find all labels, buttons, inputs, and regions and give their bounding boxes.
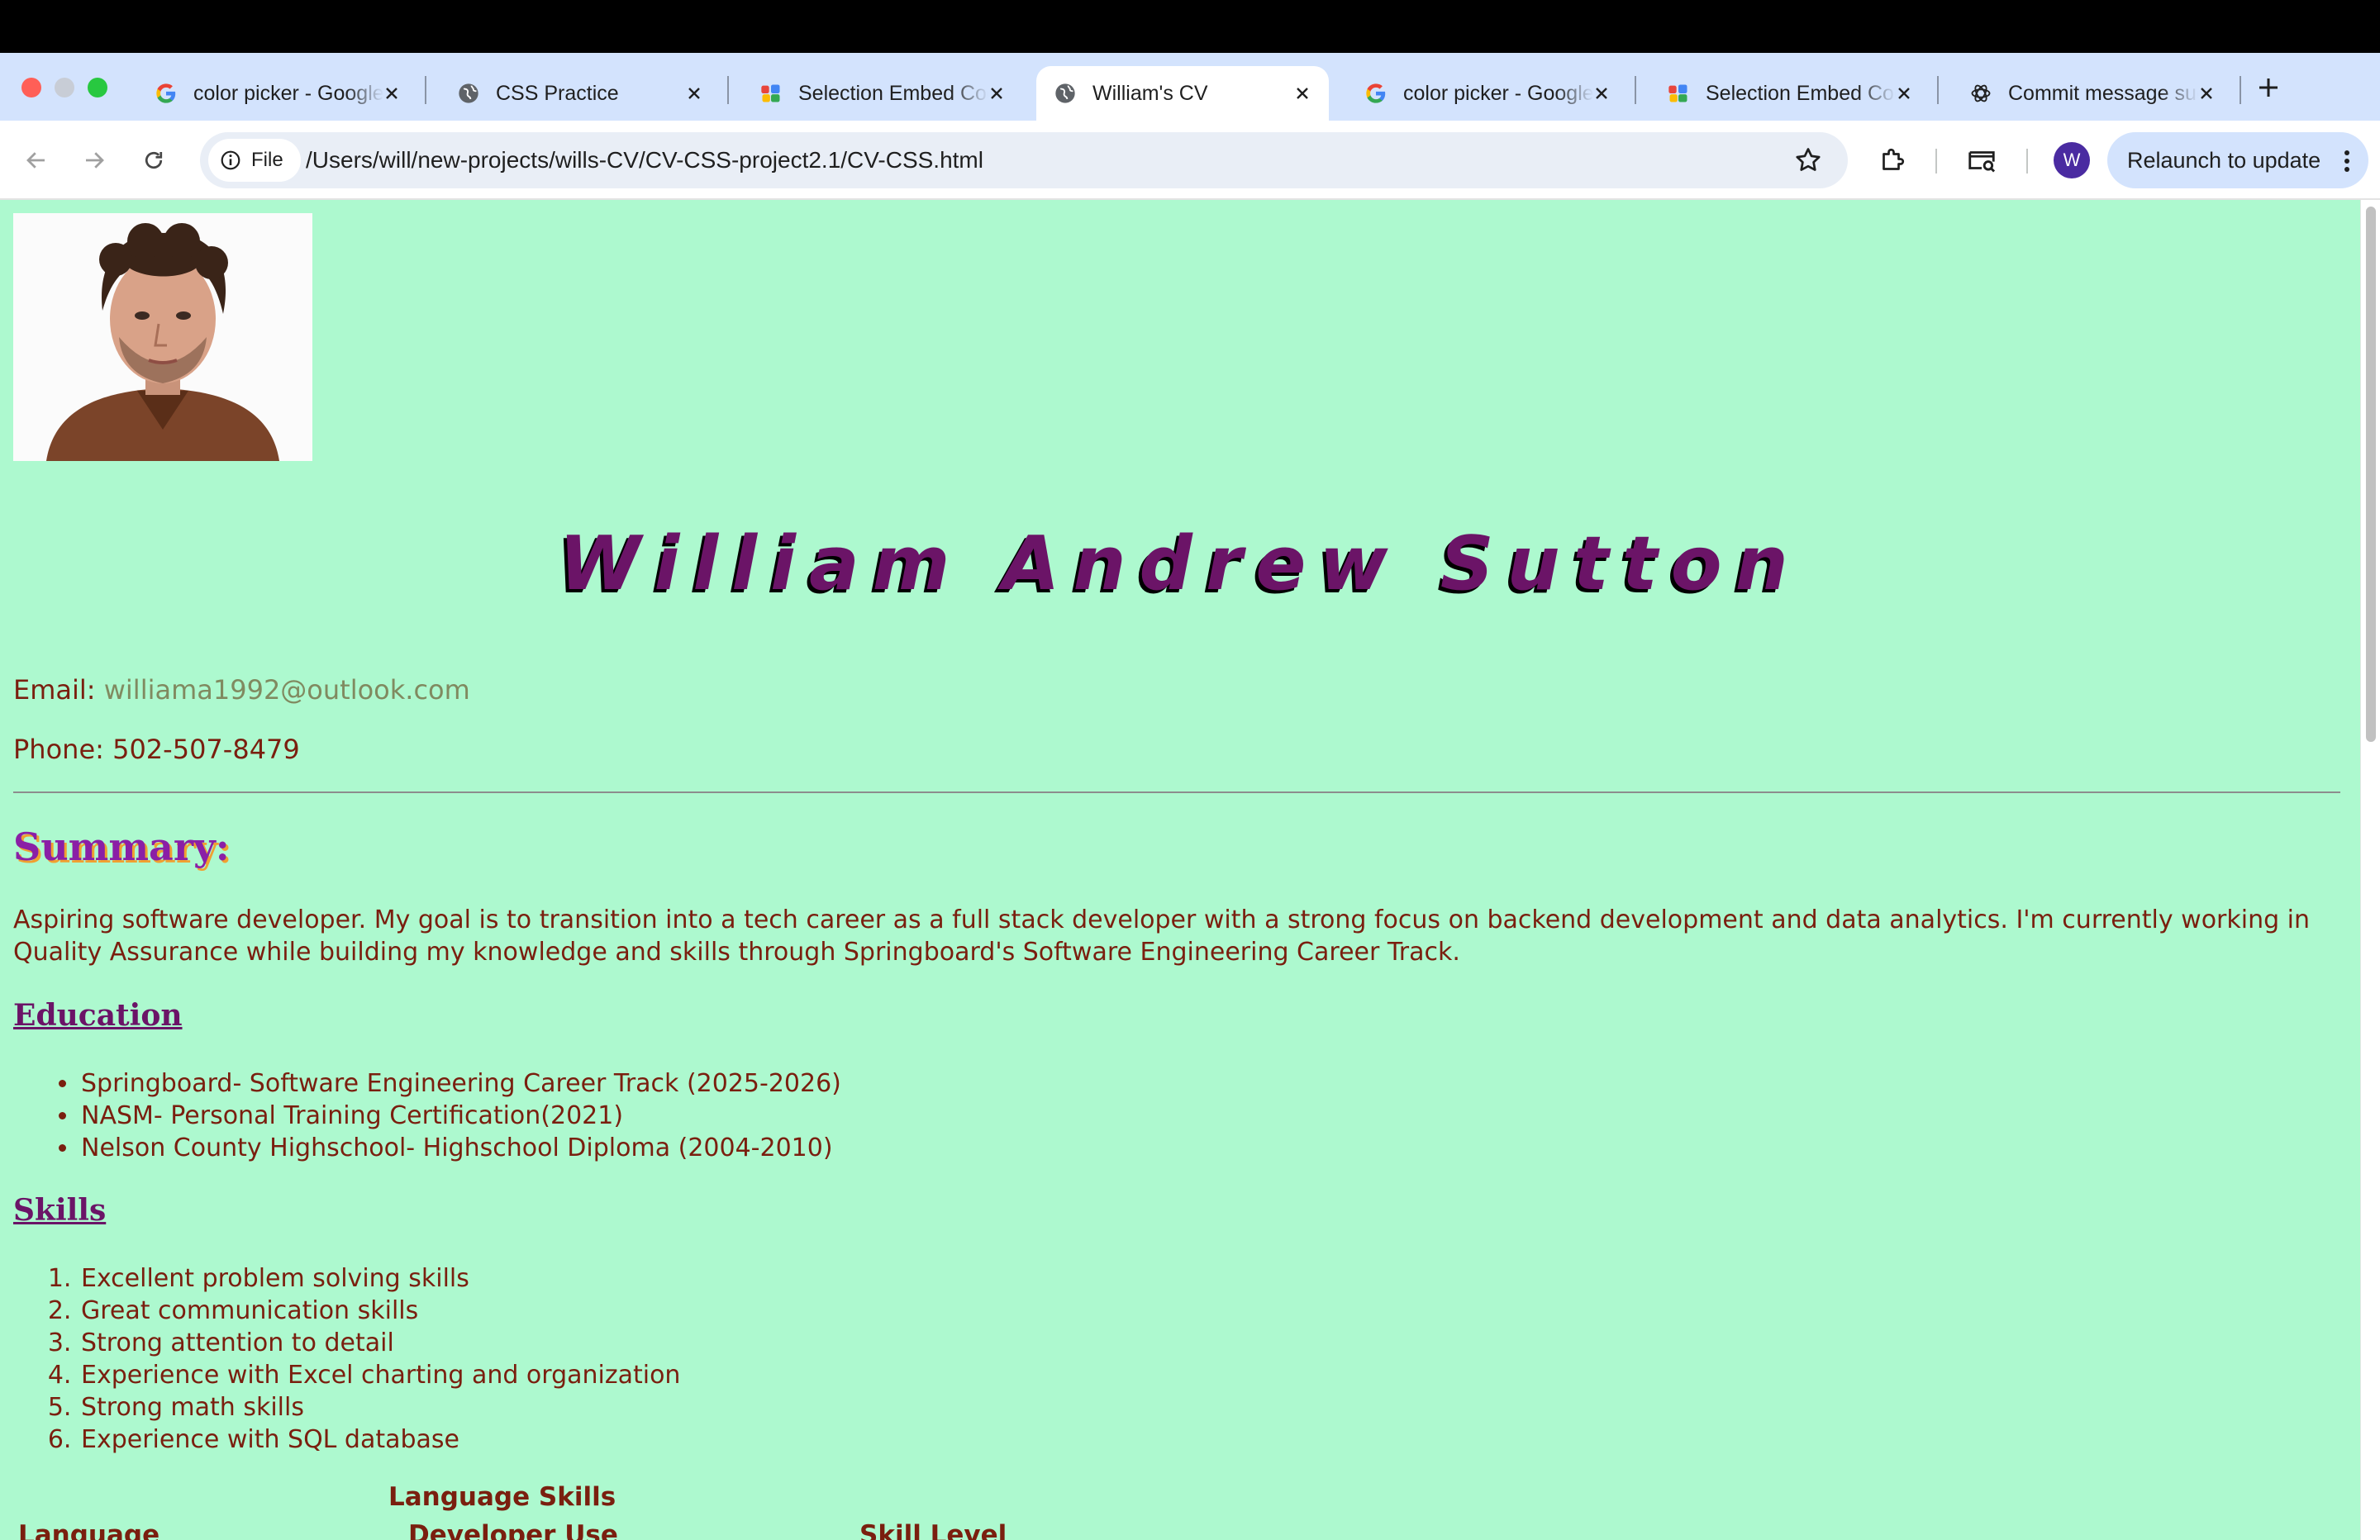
- tab-williams-cv[interactable]: William's CV: [1036, 66, 1329, 121]
- skills-list: Excellent problem solving skills Great c…: [79, 1262, 680, 1456]
- tab-divider: [1635, 76, 1636, 104]
- profile-avatar[interactable]: W: [2054, 142, 2090, 178]
- forward-arrow-icon: [86, 152, 104, 169]
- close-icon[interactable]: [1291, 82, 1314, 105]
- url-text[interactable]: /Users/will/new-projects/wills-CV/CV-CSS…: [306, 147, 983, 173]
- scrollbar[interactable]: [2360, 200, 2380, 1540]
- scrollbar-thumb[interactable]: [2366, 207, 2376, 742]
- embed-app-icon: [759, 81, 783, 106]
- menu-bar: [0, 0, 2380, 53]
- email-label: Email:: [13, 674, 96, 706]
- tab-divider: [425, 76, 426, 104]
- globe-icon: [456, 81, 481, 106]
- table-header-language: Language: [18, 1520, 160, 1540]
- puzzle-icon: [1883, 148, 1905, 170]
- list-item: Strong attention to detail: [79, 1327, 680, 1359]
- chatgpt-icon: [1968, 81, 1993, 106]
- toolbar-divider: [1935, 149, 1937, 173]
- tab-title: color picker - Google Search: [193, 81, 383, 105]
- close-icon[interactable]: [2195, 82, 2218, 105]
- google-g-icon: [154, 81, 178, 106]
- summary-text: Aspiring software developer. My goal is …: [13, 905, 2311, 967]
- tab-search-icon: [1968, 151, 1996, 173]
- plus-icon: [2259, 78, 2278, 97]
- tab-title: CSS Practice: [496, 81, 619, 105]
- info-icon: [221, 150, 240, 170]
- list-item: Springboard- Software Engineering Career…: [79, 1067, 841, 1100]
- bookmark-star-icon[interactable]: [1793, 145, 1823, 175]
- tab-title: Selection Embed Code: [798, 81, 988, 105]
- page-content: William Andrew Sutton Email: williama199…: [0, 200, 2360, 1540]
- tab-divider: [2240, 76, 2241, 104]
- skills-heading: Skills: [13, 1193, 107, 1228]
- relaunch-button[interactable]: Relaunch to update: [2107, 132, 2368, 188]
- list-item: Strong math skills: [79, 1391, 680, 1424]
- tab-title: color picker - Google Search: [1403, 81, 1593, 105]
- reload-icon: [145, 151, 163, 169]
- reload-button[interactable]: [136, 142, 172, 178]
- table-header-skill-level: Skill Level: [859, 1520, 1007, 1540]
- email-line: Email: williama1992@outlook.com: [13, 674, 470, 706]
- close-icon[interactable]: [683, 82, 706, 105]
- close-icon[interactable]: [1590, 82, 1613, 105]
- education-list: Springboard- Software Engineering Career…: [79, 1067, 841, 1164]
- profile-photo: [13, 213, 312, 461]
- phone-line: Phone: 502-507-8479: [13, 734, 300, 765]
- email-link[interactable]: williama1992@outlook.com: [104, 674, 470, 706]
- tab-search-button[interactable]: [1962, 140, 2002, 180]
- phone-number: 502-507-8479: [112, 734, 300, 765]
- education-heading: Education: [13, 998, 183, 1033]
- tab-selection-embed-1[interactable]: Selection Embed Code: [742, 66, 1023, 121]
- site-info-label: File: [251, 149, 283, 171]
- globe-icon: [1053, 81, 1078, 106]
- google-g-icon: [1364, 81, 1388, 106]
- window-close-button[interactable]: [21, 78, 41, 97]
- tab-divider: [1937, 76, 1939, 104]
- close-icon[interactable]: [380, 82, 403, 105]
- close-icon[interactable]: [985, 82, 1008, 105]
- address-bar[interactable]: File /Users/will/new-projects/wills-CV/C…: [200, 132, 1848, 188]
- list-item: Nelson County Highschool- Highschool Dip…: [79, 1132, 841, 1164]
- tab-divider: [727, 76, 729, 104]
- window-zoom-button[interactable]: [88, 78, 107, 97]
- more-vert-icon: [2344, 150, 2349, 172]
- new-tab-button[interactable]: [2252, 71, 2285, 104]
- list-item: Excellent problem solving skills: [79, 1262, 680, 1295]
- tab-color-picker-1[interactable]: color picker - Google Search: [137, 66, 418, 121]
- phone-label: Phone:: [13, 734, 104, 765]
- tab-title: William's CV: [1092, 81, 1208, 105]
- browser-toolbar: File /Users/will/new-projects/wills-CV/C…: [0, 121, 2380, 200]
- tab-commit-message[interactable]: Commit message suggestions: [1952, 66, 2233, 121]
- relaunch-label: Relaunch to update: [2127, 147, 2321, 173]
- embed-app-icon: [1666, 81, 1691, 106]
- back-button[interactable]: [18, 142, 55, 178]
- tab-title: Selection Embed Code: [1706, 81, 1896, 105]
- close-icon[interactable]: [1892, 82, 1916, 105]
- list-item: NASM- Personal Training Certification(20…: [79, 1100, 841, 1132]
- back-arrow-icon: [26, 152, 45, 169]
- window-minimize-button[interactable]: [55, 78, 74, 97]
- section-divider: [13, 791, 2340, 793]
- list-item: Experience with SQL database: [79, 1424, 680, 1456]
- cv-name-heading: William Andrew Sutton: [559, 520, 1802, 607]
- forward-button[interactable]: [76, 142, 112, 178]
- extensions-button[interactable]: [1873, 140, 1912, 180]
- list-item: Experience with Excel charting and organ…: [79, 1359, 680, 1391]
- tab-css-practice[interactable]: CSS Practice: [440, 66, 721, 121]
- summary-heading: Summary:: [13, 825, 230, 869]
- tab-color-picker-2[interactable]: color picker - Google Search: [1347, 66, 1628, 121]
- language-table-caption: Language Skills: [388, 1482, 616, 1512]
- tab-title: Commit message suggestions: [2008, 81, 2198, 105]
- toolbar-divider: [2026, 149, 2028, 173]
- list-item: Great communication skills: [79, 1295, 680, 1327]
- table-header-developer-use: Developer Use: [408, 1520, 618, 1540]
- site-info-button[interactable]: File: [208, 139, 301, 182]
- tab-selection-embed-2[interactable]: Selection Embed Code: [1649, 66, 1930, 121]
